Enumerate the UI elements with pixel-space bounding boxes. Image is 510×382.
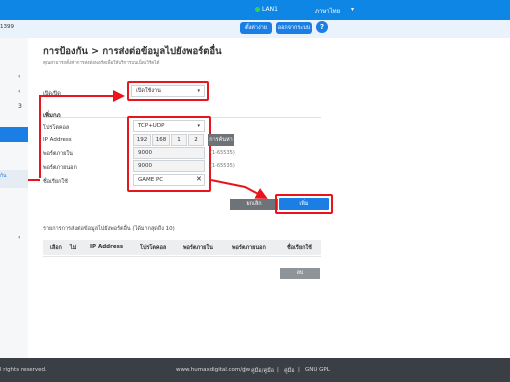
column-name: ชื่อเรียกใช้ <box>287 245 312 251</box>
footer-link-guide[interactable]: คู่มือ <box>284 367 295 375</box>
footer-separator: | <box>298 367 300 373</box>
table-divider <box>43 256 321 257</box>
column-number: ไม่ <box>70 245 77 251</box>
footer-url[interactable]: www.humaxdigital.com/gw <box>176 367 250 373</box>
table-header <box>43 240 321 255</box>
column-protocol: โปรโตคอล <box>140 245 167 251</box>
footer-copyright: l rights reserved. <box>0 367 47 373</box>
column-ip-address: IP Address <box>90 244 124 250</box>
column-select: เลือก <box>50 245 62 251</box>
annotation-arrows <box>28 90 268 199</box>
footer-link-gnu-gpl[interactable]: GNU GPL <box>305 367 330 373</box>
column-inner-port: พอร์ตภายใน <box>183 245 213 251</box>
footer-separator: | <box>277 367 279 373</box>
footer-separator: | <box>244 367 246 373</box>
column-outer-port: พอร์ตภายนอก <box>232 245 266 251</box>
footer-link-manual[interactable]: คู่มือ/คู่มือ <box>251 367 274 375</box>
list-heading: รายการการส่งต่อข้อมูลไปยังพอร์ตอื่น (ได้… <box>43 226 175 232</box>
delete-button[interactable]: ลบ <box>280 268 320 279</box>
